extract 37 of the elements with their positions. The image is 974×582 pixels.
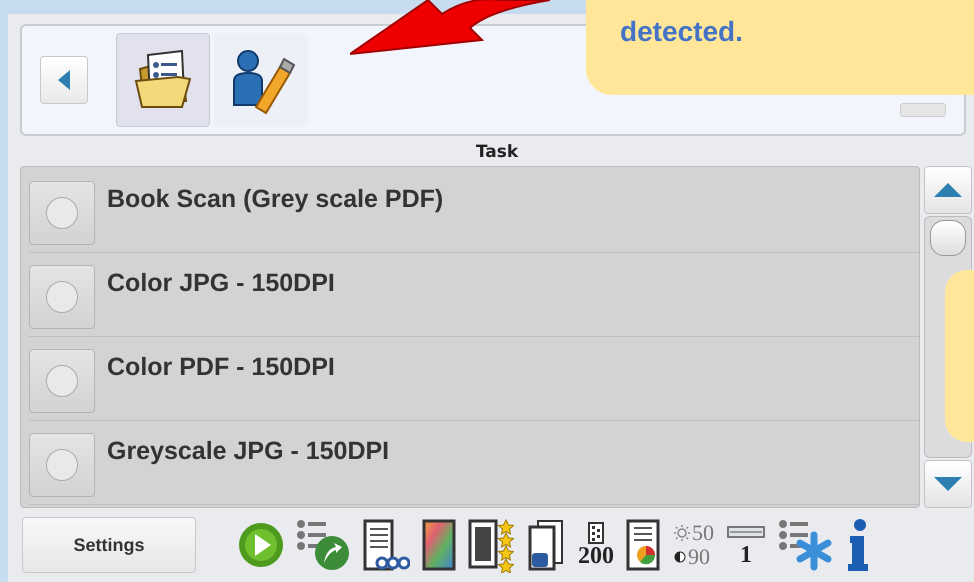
sun-icon	[674, 525, 690, 541]
dot-grid-icon[interactable]	[588, 522, 604, 544]
color-gradient-icon[interactable]	[422, 519, 456, 571]
back-button[interactable]	[40, 56, 88, 104]
document-dots-icon[interactable]	[362, 519, 410, 571]
scroll-up-button[interactable]	[924, 166, 972, 214]
down-triangle-icon	[934, 477, 962, 491]
jpg-stars-icon[interactable]	[468, 517, 514, 573]
info-icon[interactable]	[846, 518, 870, 572]
tray-value: 1	[740, 543, 752, 567]
radio-button[interactable]	[29, 181, 95, 245]
left-triangle-icon	[57, 69, 71, 91]
play-icon[interactable]	[238, 522, 284, 568]
profile-button[interactable]	[116, 33, 210, 127]
radio-button[interactable]	[29, 349, 95, 413]
settings-button[interactable]: Settings	[22, 517, 196, 573]
scrollbar-thumb[interactable]	[930, 220, 966, 256]
radio-button[interactable]	[29, 433, 95, 497]
callout-text: detected.	[620, 17, 743, 47]
task-item[interactable]: Book Scan (Grey scale PDF)	[29, 169, 919, 253]
contrast-icon	[674, 551, 686, 563]
task-item[interactable]: Greyscale JPG - 150DPI	[29, 421, 919, 505]
list-asterisk-icon[interactable]	[778, 519, 834, 571]
scroll-down-button[interactable]	[924, 460, 972, 508]
up-triangle-icon	[934, 183, 962, 197]
radio-button[interactable]	[29, 265, 95, 329]
document-pie-chart-icon[interactable]	[626, 519, 662, 571]
resolution-value: 200	[578, 544, 614, 568]
task-heading: Task	[474, 141, 520, 164]
contrast-value: 90	[688, 545, 710, 569]
folder-document-icon	[132, 49, 194, 111]
profile-button[interactable]	[214, 33, 308, 127]
task-item[interactable]: Color PDF - 150DPI	[29, 337, 919, 421]
two-pages-icon[interactable]	[526, 519, 566, 571]
brightness-value: 50	[692, 521, 714, 545]
list-shortcut-icon[interactable]	[296, 519, 350, 571]
task-item[interactable]: Color JPG - 150DPI	[29, 253, 919, 337]
